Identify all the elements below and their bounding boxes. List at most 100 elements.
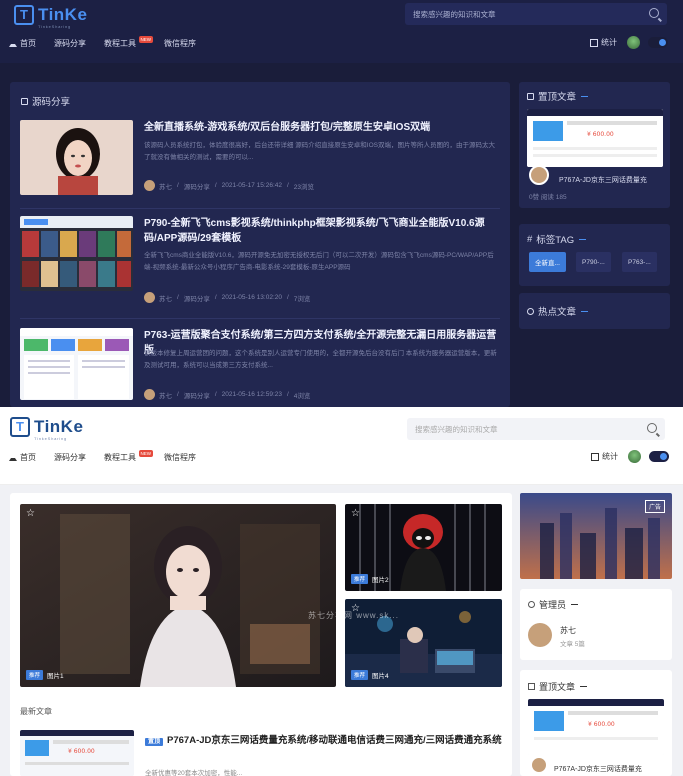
theme-toggle[interactable] bbox=[649, 451, 669, 462]
recent-post-title[interactable]: 置顶 P767A-JD京东三网话费量充系统/移动联通电信话费三网通充/三网话费通充… bbox=[145, 733, 505, 750]
logo-subtext: TinkeSharing bbox=[38, 24, 72, 29]
stats-link[interactable]: 统计 bbox=[601, 37, 617, 48]
top-article-meta: 0赞 阅读 185 bbox=[529, 194, 567, 201]
nav-wechat[interactable]: 微信程序 bbox=[164, 38, 196, 49]
sidebar-banner[interactable]: 广告 bbox=[520, 493, 672, 579]
light-nav: 首页 源码分享 教程工具 NEW 微信程序 bbox=[9, 450, 214, 463]
logo-subtext: TinkeSharing bbox=[34, 436, 68, 441]
recent-post-thumbnail[interactable]: ¥ 600.00 bbox=[20, 730, 134, 776]
user-avatar[interactable] bbox=[627, 36, 640, 49]
top-article-title[interactable]: P767A-JD京东三网话费量充 bbox=[559, 175, 647, 185]
slide-tag: 推荐 bbox=[26, 670, 44, 680]
recent-post-title-text[interactable]: P767A-JD京东三网话费量充系统/移动联通电信话费三网通充/三网话费通充系统 bbox=[167, 735, 502, 746]
section-title: 管理员 bbox=[528, 598, 579, 611]
dark-right-tools: 统计 bbox=[590, 36, 668, 49]
pin-icon bbox=[528, 683, 535, 690]
anime-girl-slide-image bbox=[20, 504, 336, 687]
nav-home[interactable]: 首页 bbox=[9, 452, 36, 463]
post-thumbnail[interactable] bbox=[20, 216, 133, 291]
author-avatar[interactable] bbox=[530, 756, 548, 774]
light-logo[interactable]: TinKe TinkeSharing bbox=[10, 417, 84, 441]
admin-avatar[interactable] bbox=[528, 623, 552, 647]
search-icon[interactable] bbox=[649, 8, 659, 18]
post-thumbnail[interactable] bbox=[20, 328, 133, 400]
hash-icon: # bbox=[527, 233, 533, 245]
nav-tools[interactable]: 教程工具 NEW bbox=[104, 36, 153, 49]
post-thumbnail[interactable] bbox=[20, 120, 133, 195]
tag-chip[interactable]: P763-... bbox=[622, 252, 657, 272]
post-category[interactable]: 源码分享 bbox=[184, 293, 210, 303]
dark-theme-screenshot: TinKe TinkeSharing 搜索感兴趣的知识和文章 首页 源码分享 教… bbox=[0, 0, 683, 407]
top-article-thumbnail[interactable]: ¥ 600.00 bbox=[528, 699, 664, 755]
post-title[interactable]: P790-全新飞飞cms影视系统/thinkphp框架影视系统/飞飞商业全能版V… bbox=[144, 216, 504, 246]
top-article-title[interactable]: P767A-JD京东三网话费量充 bbox=[554, 764, 642, 774]
post-meta: 苏七 / 源码分享/ 2021-05-16 13:02:20/ 7浏览 bbox=[144, 292, 310, 303]
section-title: 热点文章 bbox=[527, 304, 589, 318]
section-title: 源码分享 bbox=[21, 94, 70, 108]
nav-source[interactable]: 源码分享 bbox=[54, 452, 86, 463]
recent-section-label: 最新文章 bbox=[20, 707, 52, 716]
post-views: 4浏览 bbox=[293, 392, 311, 400]
search-placeholder: 搜索感兴趣的知识和文章 bbox=[415, 424, 498, 434]
post-item[interactable]: P790-全新飞飞cms影视系统/thinkphp框架影视系统/飞飞商业全能版V… bbox=[20, 216, 500, 306]
admin-card: 管理员 苏七 文章 5篇 bbox=[520, 589, 672, 660]
post-author[interactable]: 苏七 bbox=[159, 293, 172, 303]
portrait-thumbnail-image bbox=[20, 120, 133, 195]
code-icon bbox=[21, 97, 28, 105]
slide-caption: 推荐 图片1 bbox=[26, 670, 64, 680]
slide-caption: 推荐 图片4 bbox=[351, 670, 389, 680]
dark-nav: 首页 源码分享 教程工具 NEW 微信程序 bbox=[9, 36, 214, 49]
star-icon[interactable]: ☆ bbox=[26, 508, 35, 519]
post-category[interactable]: 源码分享 bbox=[184, 181, 210, 191]
tag-chip[interactable]: 全新直... bbox=[529, 252, 566, 272]
post-date: 2021-05-16 13:02:20 bbox=[221, 294, 282, 301]
calendar-icon bbox=[590, 38, 598, 47]
stats-link[interactable]: 统计 bbox=[602, 451, 618, 462]
author-avatar bbox=[144, 292, 155, 303]
post-author[interactable]: 苏七 bbox=[159, 390, 172, 400]
nav-home[interactable]: 首页 bbox=[9, 38, 36, 49]
admin-subtitle: 文章 5篇 bbox=[560, 641, 585, 648]
search-icon[interactable] bbox=[647, 423, 657, 433]
admin-name[interactable]: 苏七 bbox=[560, 625, 576, 636]
svg-text:¥ 600.00: ¥ 600.00 bbox=[588, 721, 615, 728]
title-dash bbox=[571, 604, 579, 605]
author-avatar bbox=[144, 389, 155, 400]
post-item[interactable]: 全新直播系统-游戏系统/双后台服务器打包/完整原生安卓IOS双端 该源码人员系统… bbox=[20, 120, 500, 200]
svg-text:¥ 600.00: ¥ 600.00 bbox=[68, 748, 95, 755]
post-item[interactable]: P763-运营版聚合支付系统/第三方四方支付系统/全开源完整无漏日用服务器运营版… bbox=[20, 328, 500, 406]
nav-source[interactable]: 源码分享 bbox=[54, 38, 86, 49]
divider bbox=[20, 318, 500, 319]
post-author[interactable]: 苏七 bbox=[159, 181, 172, 191]
post-excerpt: 该版本修复上周运营团的问题，这个系统是别人运营专门使用的，全都开源免后台没有后门… bbox=[144, 350, 497, 369]
theme-toggle[interactable] bbox=[648, 37, 668, 48]
slide-label: 图片1 bbox=[47, 673, 64, 680]
nav-tools[interactable]: 教程工具 NEW bbox=[104, 450, 153, 463]
carousel-slide-main[interactable]: ☆ 推荐 图片1 bbox=[20, 504, 336, 687]
nav-label: 源码分享 bbox=[54, 39, 86, 48]
nav-wechat[interactable]: 微信程序 bbox=[164, 452, 196, 463]
post-category[interactable]: 源码分享 bbox=[184, 390, 210, 400]
post-title[interactable]: 全新直播系统-游戏系统/双后台服务器打包/完整原生安卓IOS双端 bbox=[144, 120, 504, 135]
fire-icon bbox=[527, 307, 534, 315]
home-icon bbox=[9, 40, 17, 47]
logo-text: TinKe bbox=[38, 5, 88, 24]
tag-chip[interactable]: P790-... bbox=[576, 252, 611, 272]
slide-caption: 推荐 图片2 bbox=[351, 574, 389, 584]
new-badge: NEW bbox=[138, 36, 153, 43]
light-search-input[interactable]: 搜索感兴趣的知识和文章 bbox=[407, 418, 665, 440]
author-avatar bbox=[144, 180, 155, 191]
dark-search-input[interactable]: 搜索感兴趣的知识和文章 bbox=[405, 3, 667, 25]
dark-logo[interactable]: TinKe TinkeSharing bbox=[14, 5, 88, 29]
new-badge: NEW bbox=[138, 450, 153, 457]
recent-post-excerpt: 全新优惠等20套本次加密，性能... bbox=[145, 770, 243, 776]
star-icon[interactable]: ☆ bbox=[351, 508, 360, 519]
top-article-thumbnail[interactable]: ¥ 600.00 bbox=[527, 109, 663, 167]
user-avatar[interactable] bbox=[628, 450, 641, 463]
nav-label: 微信程序 bbox=[164, 39, 196, 48]
author-avatar[interactable] bbox=[529, 165, 549, 185]
nav-label: 教程工具 bbox=[104, 453, 136, 462]
carousel-slide-2[interactable]: ☆ 推荐 图片2 bbox=[345, 504, 502, 591]
logo-text: TinKe bbox=[34, 417, 84, 436]
search-placeholder: 搜索感兴趣的知识和文章 bbox=[413, 9, 496, 19]
